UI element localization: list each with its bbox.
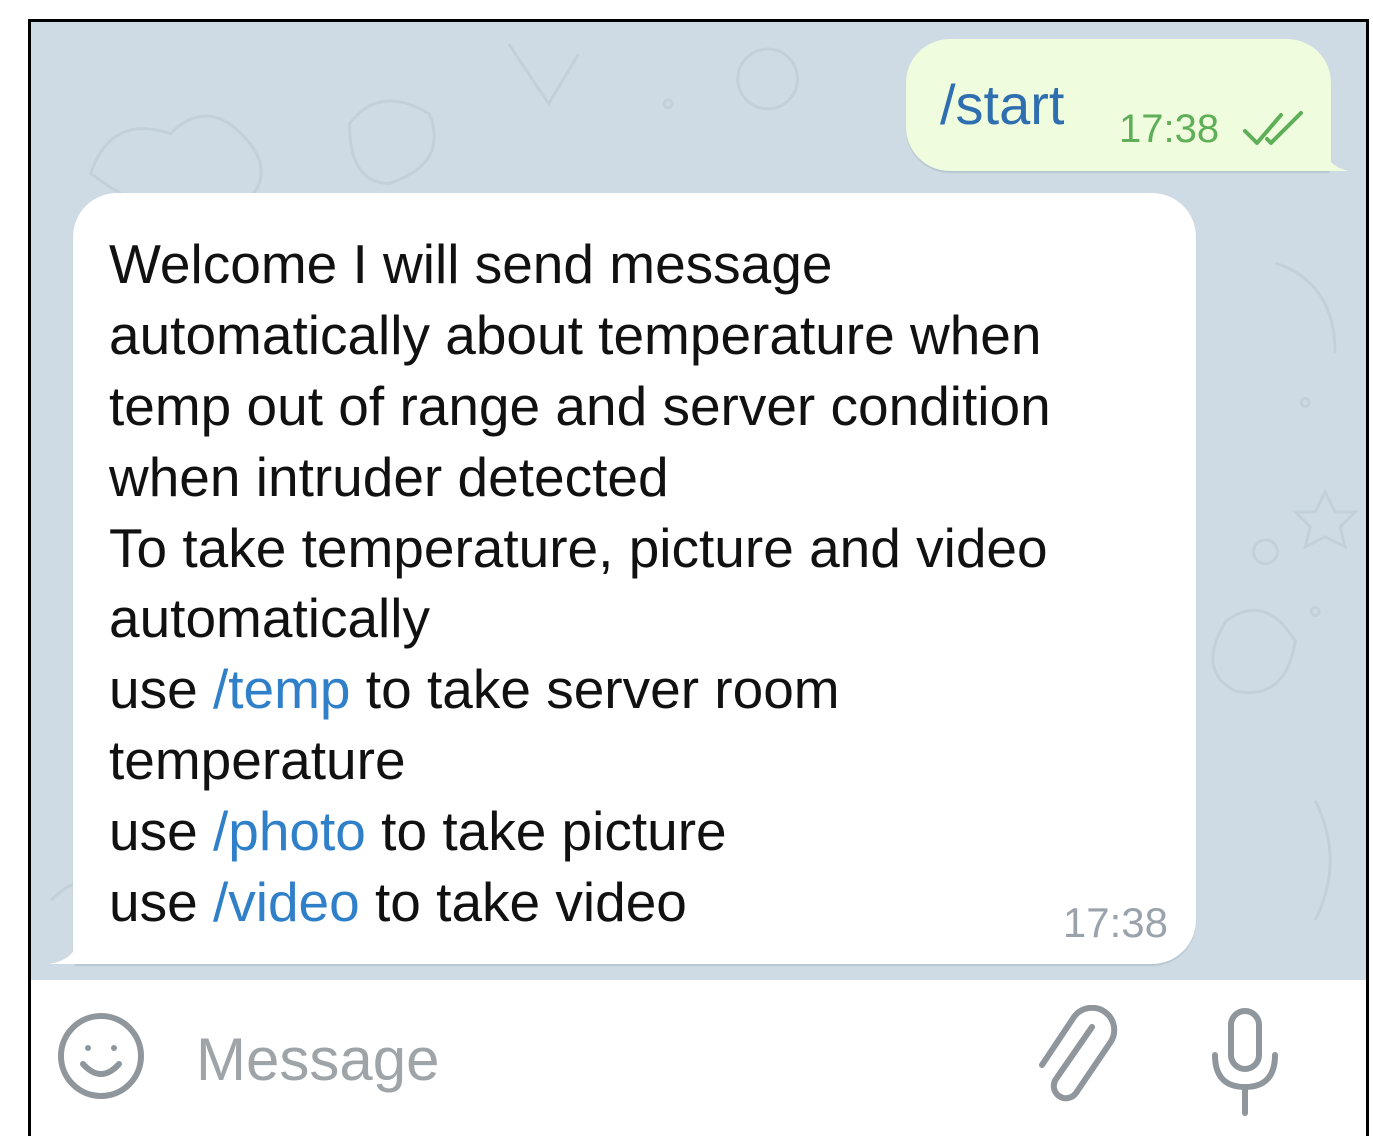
outgoing-message-text[interactable]: /start [940, 77, 1064, 133]
double-check-icon [1243, 111, 1303, 145]
message-text-segment: To take temperature, picture and video [109, 516, 1048, 579]
message-line: Welcome I will send message [109, 229, 1189, 300]
message-text-segment: to take server room [350, 658, 840, 721]
message-text-segment: when intruder detected [109, 445, 669, 508]
message-line: use /video to take video [109, 867, 1189, 938]
bot-command-link[interactable]: /photo [213, 800, 366, 862]
message-text-segment: use [109, 658, 213, 721]
message-line: use /photo to take picture [109, 796, 1189, 867]
bubble-tail [1323, 145, 1349, 171]
message-text-segment: temperature [109, 729, 406, 792]
attach-icon[interactable] [1030, 1005, 1120, 1115]
message-line: To take temperature, picture and video [109, 513, 1189, 584]
message-text-segment: temp out of range and server condition [109, 374, 1051, 437]
message-text-segment: use [109, 800, 213, 863]
bot-command-link[interactable]: /video [213, 871, 360, 933]
message-line: temp out of range and server condition [109, 371, 1189, 442]
emoji-icon[interactable] [55, 1010, 147, 1102]
message-text-segment: automatically [109, 587, 430, 650]
mic-icon[interactable] [1205, 1005, 1285, 1120]
chat-area[interactable]: /start 17:38 Welcome I will send message… [31, 22, 1366, 980]
message-text-segment: to take picture [365, 800, 727, 863]
message-line: temperature [109, 725, 1189, 796]
incoming-message-text: Welcome I will send message automatically… [109, 229, 1189, 938]
message-line: automatically [109, 583, 1189, 654]
message-text-segment: Welcome I will send message [109, 233, 833, 295]
message-line: when intruder detected [109, 442, 1189, 513]
incoming-message-bubble[interactable]: Welcome I will send message automatically… [49, 193, 1196, 964]
outgoing-message-bubble[interactable]: /start 17:38 [906, 39, 1349, 171]
telegram-chat-window: /start 17:38 Welcome I will send message… [28, 19, 1369, 1136]
message-text-segment: to take video [359, 871, 687, 934]
message-line: automatically about temperature when [109, 300, 1189, 371]
message-text-segment: use [109, 871, 213, 934]
outgoing-message-time: 17:38 [1119, 107, 1220, 151]
incoming-message-time: 17:38 [1062, 899, 1168, 946]
message-line: use /temp to take server room [109, 654, 1189, 725]
bubble-tail [49, 938, 79, 964]
bot-command-link[interactable]: /temp [213, 658, 351, 720]
message-text-segment: automatically about temperature when [109, 303, 1042, 366]
message-input[interactable]: Message [196, 1030, 439, 1090]
